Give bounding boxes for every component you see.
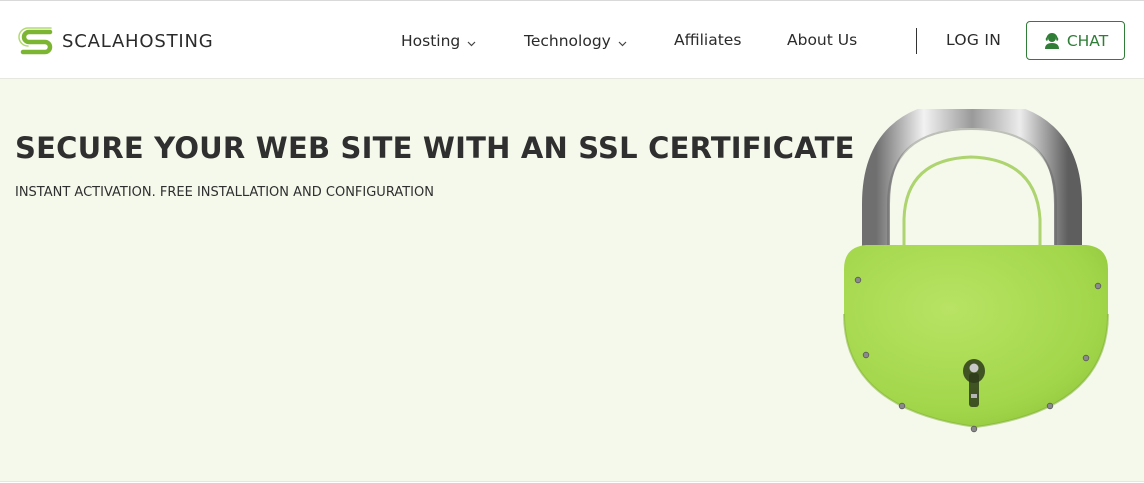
chevron-down-icon bbox=[618, 33, 627, 51]
scalahosting-logo-icon bbox=[18, 27, 53, 55]
nav-technology[interactable]: Technology bbox=[524, 31, 627, 51]
nav-about-us[interactable]: About Us bbox=[787, 31, 857, 49]
padlock-icon bbox=[843, 109, 1109, 433]
chat-button[interactable]: CHAT bbox=[1026, 21, 1125, 60]
nav-about-us-label: About Us bbox=[787, 31, 858, 49]
hero-section: SECURE YOUR WEB SITE WITH AN SSL CERTIFI… bbox=[0, 79, 1144, 482]
chevron-down-icon bbox=[467, 33, 476, 51]
nav-divider bbox=[916, 28, 917, 54]
hero-title: SECURE YOUR WEB SITE WITH AN SSL CERTIFI… bbox=[15, 131, 855, 165]
support-agent-icon bbox=[1044, 32, 1059, 49]
site-header: SCALAHOSTING Hosting Technology Affiliat… bbox=[0, 0, 1144, 79]
logo[interactable]: SCALAHOSTING bbox=[18, 25, 214, 57]
nav-affiliates[interactable]: Affiliates bbox=[674, 31, 741, 49]
nav-hosting[interactable]: Hosting bbox=[401, 31, 476, 51]
brand-name: SCALAHOSTING bbox=[62, 30, 214, 52]
nav-technology-label: Technology bbox=[524, 32, 611, 50]
chat-label: CHAT bbox=[1066, 31, 1109, 50]
nav-affiliates-label: Affiliates bbox=[674, 31, 742, 49]
nav-hosting-label: Hosting bbox=[401, 32, 461, 50]
login-link[interactable]: LOG IN bbox=[946, 31, 1001, 49]
hero-subtitle: INSTANT ACTIVATION. FREE INSTALLATION AN… bbox=[15, 185, 434, 200]
